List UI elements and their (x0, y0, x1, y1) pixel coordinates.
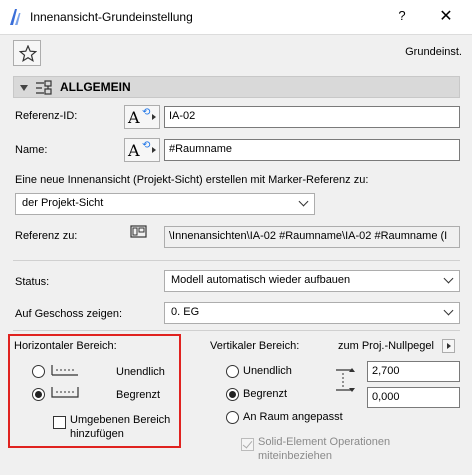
create-prompt-text: Eine neue Innenansicht (Projekt-Sicht) e… (15, 174, 369, 186)
solid-operations-label-line2: miteinbeziehen (258, 450, 332, 462)
horizontal-begrenzt-radio[interactable] (32, 388, 45, 401)
preset-name: Grundeinst. (405, 46, 462, 58)
help-button[interactable]: ? (392, 8, 412, 26)
datum-menu-button[interactable] (442, 339, 455, 353)
refresh-icon: ⟲ (142, 107, 151, 118)
horizontal-range-icon (51, 387, 79, 398)
collapse-triangle-icon[interactable] (20, 85, 28, 91)
surrounding-area-label-line1[interactable]: Umgebenen Bereich (70, 414, 170, 426)
floor-select[interactable]: 0. EG (164, 302, 460, 324)
chevron-down-icon (298, 196, 309, 207)
star-icon (19, 45, 37, 62)
refresh-icon: ⟲ (142, 140, 151, 151)
separator (13, 260, 460, 261)
vertical-range-icon (336, 368, 355, 392)
status-value: Modell automatisch wieder aufbauen (171, 274, 351, 286)
autotext-icon: A (128, 141, 140, 160)
menu-arrow-icon (152, 147, 156, 153)
vertical-top-input[interactable]: 2,700 (367, 361, 460, 382)
horizontal-unendlich-label[interactable]: Unendlich (116, 366, 165, 378)
name-autotext-button[interactable]: A ⟲ (124, 138, 160, 162)
vertical-fit-to-room-label[interactable]: An Raum angepasst (243, 411, 343, 423)
surrounding-area-label-line2[interactable]: hinzufügen (70, 428, 124, 440)
vertical-range-title: Vertikaler Bereich: (210, 340, 300, 352)
close-button[interactable]: ✕ (434, 6, 458, 26)
vertical-fit-to-room-radio[interactable] (226, 411, 239, 424)
layout-icon[interactable] (130, 224, 148, 240)
section-title: ALLGEMEIN (60, 80, 131, 94)
window-title: Innenansicht-Grundeinstellung (30, 10, 193, 24)
vertical-begrenzt-radio[interactable] (226, 388, 239, 401)
chevron-down-icon (443, 305, 454, 316)
horizontal-range-icon (51, 365, 78, 376)
datum-label: zum Proj.-Nullpegel (338, 340, 434, 352)
vertical-begrenzt-label[interactable]: Begrenzt (243, 388, 287, 400)
name-label: Name: (15, 144, 48, 156)
marker-reference-select[interactable]: der Projekt-Sicht (15, 193, 315, 215)
floor-label: Auf Geschoss zeigen: (15, 308, 123, 320)
status-label: Status: (15, 276, 50, 288)
floor-value: 0. EG (171, 306, 200, 318)
status-select[interactable]: Modell automatisch wieder aufbauen (164, 270, 460, 292)
vertical-unendlich-label[interactable]: Unendlich (243, 365, 292, 377)
horizontal-range-title: Horizontaler Bereich: (14, 340, 117, 352)
horizontal-begrenzt-label[interactable]: Begrenzt (116, 389, 160, 401)
surrounding-area-checkbox[interactable] (53, 416, 66, 429)
horizontal-unendlich-radio[interactable] (32, 365, 45, 378)
name-input[interactable]: #Raumname (164, 139, 460, 161)
section-header-allgemein[interactable]: ALLGEMEIN (13, 76, 460, 98)
reference-id-input[interactable]: IA-02 (164, 106, 460, 128)
marker-reference-value: der Projekt-Sicht (22, 197, 104, 209)
favorites-button[interactable] (13, 40, 41, 66)
solid-operations-checkbox[interactable] (241, 438, 254, 451)
title-bar: Innenansicht-Grundeinstellung ? ✕ (0, 0, 472, 34)
chevron-down-icon (443, 273, 454, 284)
app-icon (10, 9, 21, 25)
settings-section-icon (36, 80, 52, 95)
reference-to-path: \Innenansichten\IA-02 #Raumname\IA-02 #R… (164, 226, 460, 248)
reference-id-label: Referenz-ID: (15, 110, 78, 122)
solid-operations-label-line1: Solid-Element Operationen (258, 436, 391, 448)
vertical-unendlich-radio[interactable] (226, 365, 239, 378)
reference-id-autotext-button[interactable]: A ⟲ (124, 105, 160, 129)
autotext-icon: A (128, 108, 140, 127)
reference-to-label: Referenz zu: (15, 230, 78, 242)
menu-arrow-icon (152, 114, 156, 120)
separator (13, 330, 460, 331)
vertical-bottom-input[interactable]: 0,000 (367, 387, 460, 408)
